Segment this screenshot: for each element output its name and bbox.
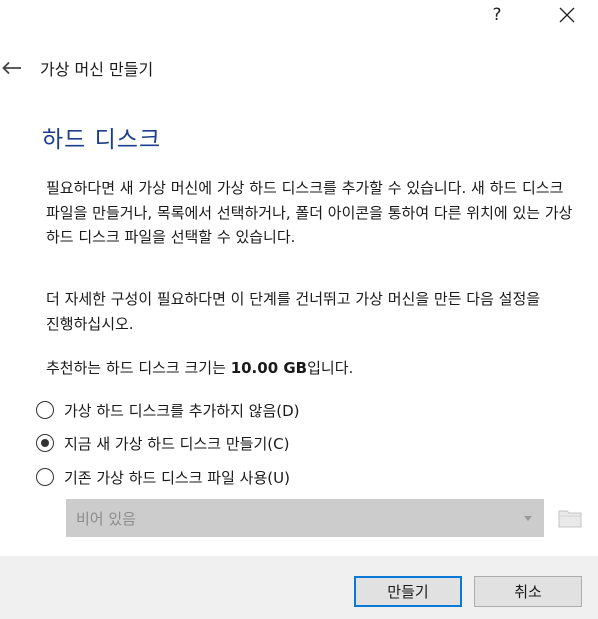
radio-label: 기존 가상 하드 디스크 파일 사용(U) <box>64 468 290 487</box>
recommended-size-text: 추천하는 하드 디스크 크기는 10.00 GB입니다. <box>46 356 576 381</box>
radio-button[interactable] <box>36 434 54 452</box>
description-paragraph: 필요하다면 새 가상 머신에 가상 하드 디스크를 추가할 수 있습니다. 새 … <box>46 179 573 246</box>
wizard-header: 가상 머신 만들기 <box>0 52 598 84</box>
existing-disk-select[interactable]: 비어 있음 <box>66 499 544 537</box>
choose-disk-file-button[interactable] <box>555 503 585 533</box>
recommend-suffix: 입니다. <box>307 359 354 377</box>
create-button[interactable]: 만들기 <box>354 576 462 607</box>
page-title: 하드 디스크 <box>42 127 162 153</box>
help-label: ? <box>492 5 502 25</box>
recommended-size-value: 10.00 GB <box>230 359 308 377</box>
existing-disk-select-value: 비어 있음 <box>76 509 136 528</box>
close-button[interactable] <box>544 0 590 30</box>
wizard-title: 가상 머신 만들기 <box>40 60 154 79</box>
close-icon <box>559 7 575 23</box>
radio-button[interactable] <box>36 468 54 486</box>
radio-label: 지금 새 가상 하드 디스크 만들기(C) <box>64 434 290 453</box>
chevron-down-icon <box>524 515 532 521</box>
recommend-prefix: 추천하는 하드 디스크 크기는 <box>46 359 231 377</box>
cancel-button[interactable]: 취소 <box>474 576 582 607</box>
help-button[interactable]: ? <box>474 0 520 30</box>
arrow-left-icon <box>2 61 21 75</box>
radio-button[interactable] <box>36 401 54 419</box>
radio-selected-dot <box>41 439 49 447</box>
folder-icon <box>558 510 582 528</box>
radio-use-existing-disk[interactable]: 기존 가상 하드 디스크 파일 사용(U) <box>36 464 290 490</box>
advanced-config-paragraph: 더 자세한 구성이 필요하다면 이 단계를 건너뛰고 가상 머신을 만든 다음 … <box>46 290 541 333</box>
radio-create-new-disk[interactable]: 지금 새 가상 하드 디스크 만들기(C) <box>36 430 289 456</box>
back-button[interactable] <box>0 52 32 84</box>
radio-label: 가상 하드 디스크를 추가하지 않음(D) <box>64 401 300 420</box>
radio-no-disk[interactable]: 가상 하드 디스크를 추가하지 않음(D) <box>36 397 300 423</box>
